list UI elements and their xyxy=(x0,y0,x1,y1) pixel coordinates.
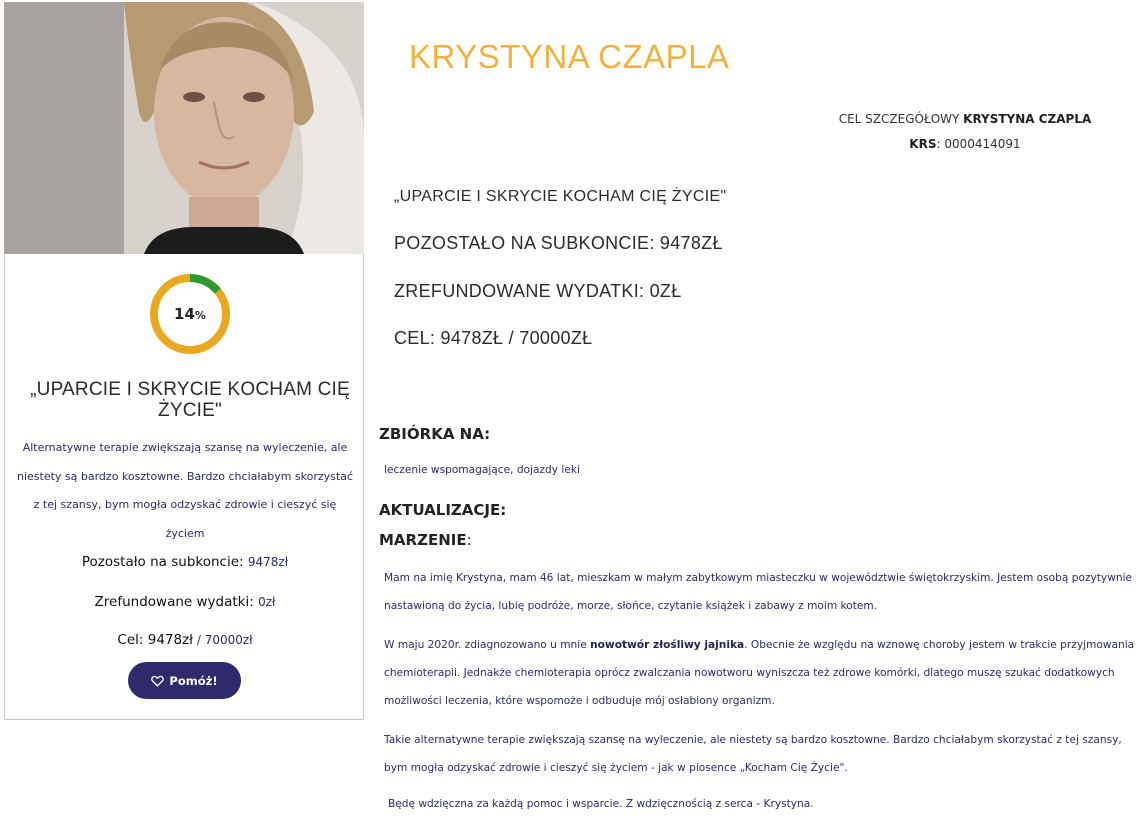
story-paragraph-1: Mam na imię Krystyna, mam 46 lat, mieszk… xyxy=(384,572,1133,612)
campaign-card: 14% „UPARCIE I SKRYCIE KOCHAM CIĘ ŻYCIE"… xyxy=(4,254,364,720)
dream-heading: MARZENIE: xyxy=(379,531,472,549)
card-refunded: Zrefundowane wydatki: 0zł xyxy=(5,594,365,610)
story-paragraph-3: Takie alternatywne terapie zwiększają sz… xyxy=(384,734,1122,774)
profile-photo xyxy=(4,2,364,254)
help-button-label: Pomóż! xyxy=(169,673,218,688)
collection-text: leczenie wspomagające, dojazdy leki xyxy=(384,464,580,476)
heart-icon xyxy=(151,675,165,687)
info-goal: CEL: 9478ZŁ / 70000ZŁ xyxy=(394,328,593,348)
card-goal: Cel: 9478zł / 70000zł xyxy=(5,632,365,648)
progress-percent-symbol: % xyxy=(194,309,206,322)
updates-heading: AKTUALIZACJE: xyxy=(379,501,507,519)
card-refunded-value: 0zł xyxy=(258,595,276,609)
card-refunded-label: Zrefundowane wydatki: xyxy=(94,594,259,610)
help-button[interactable]: Pomóż! xyxy=(128,662,241,699)
info-campaign-title: „UPARCIE I SKRYCIE KOCHAM CIĘ ŻYCIE" xyxy=(394,188,727,205)
page-title: KRYSTYNA CZAPLA xyxy=(409,38,730,75)
krs-value: : 0000414091 xyxy=(936,137,1021,151)
card-title: „UPARCIE I SKRYCIE KOCHAM CIĘ ŻYCIE" xyxy=(25,379,355,421)
info-remaining: POZOSTAŁO NA SUBKONCIE: 9478ZŁ xyxy=(394,233,723,253)
profile-photo-image xyxy=(4,2,364,254)
dream-heading-colon: : xyxy=(466,531,472,549)
progress-number: 14 xyxy=(174,305,195,323)
krs-label: KRS xyxy=(909,137,937,151)
card-remaining-label: Pozostało na subkoncie: xyxy=(81,554,248,570)
krs-line: KRS: 0000414091 xyxy=(770,137,1143,151)
goal-prefix: CEL SZCZEGÓŁOWY xyxy=(838,112,960,126)
story-paragraph-4: Będę wdzięczna za każdą pomoc i wsparcie… xyxy=(388,798,814,810)
card-title-line2: ŻYCIE" xyxy=(158,400,222,421)
story-p2-start: W maju 2020r. zdiagnozowano u mnie xyxy=(384,639,591,651)
card-title-line1: „UPARCIE I SKRYCIE KOCHAM CIĘ xyxy=(30,379,350,400)
card-goal-label: Cel: 9478zł xyxy=(117,632,194,648)
story-p2-bold: nowotwór złośliwy jajnika xyxy=(590,639,745,651)
goal-line: CEL SZCZEGÓŁOWY KRYSTYNA CZAPLA xyxy=(770,112,1143,126)
card-remaining: Pozostało na subkoncie: 9478zł xyxy=(5,554,365,570)
info-refunded: ZREFUNDOWANE WYDATKI: 0ZŁ xyxy=(394,281,682,301)
progress-label: 14% xyxy=(148,272,232,356)
goal-name: KRYSTYNA CZAPLA xyxy=(963,112,1092,126)
card-goal-value: / 70000zł xyxy=(193,633,253,647)
collection-heading: ZBIÓRKA NA: xyxy=(379,425,491,443)
card-description: Alternatywne terapie zwiększają szansę n… xyxy=(16,441,354,540)
dream-heading-label: MARZENIE xyxy=(379,531,467,549)
progress-ring: 14% xyxy=(148,272,232,356)
card-remaining-value: 9478zł xyxy=(247,555,289,569)
story-paragraph-2: W maju 2020r. zdiagnozowano u mnie nowot… xyxy=(384,631,1140,715)
